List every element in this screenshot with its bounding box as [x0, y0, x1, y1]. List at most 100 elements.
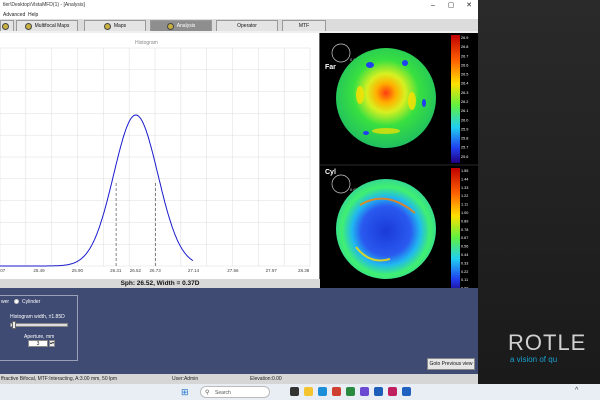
- cyl-label: Cyl: [325, 169, 336, 176]
- task-view-icon[interactable]: [290, 387, 299, 396]
- tray-chevron-icon[interactable]: ^: [575, 387, 578, 394]
- histogram-curve: [0, 114, 194, 267]
- tab-analysis[interactable]: Analysis: [150, 20, 212, 31]
- radio-cylinder[interactable]: [14, 299, 19, 304]
- scale-label: 25.8: [461, 137, 468, 141]
- aperture-stepper-icon[interactable]: ▴▾: [49, 340, 55, 347]
- x-tick-label: 27.56: [227, 268, 239, 273]
- scale-label: 26.2: [461, 100, 468, 104]
- status-elevation: Elevation:0.00: [250, 376, 282, 382]
- histogram-width-slider[interactable]: [10, 323, 68, 327]
- maps-panel: Far 0.67 26.9 26.8 26.7 26.6 26.5 26.4 26.3 26.…: [320, 33, 478, 297]
- far-map-zone: [408, 92, 416, 110]
- histogram-controls: wer Cylinder Histogram width, ±1.85D Ape…: [0, 295, 78, 361]
- tab-first[interactable]: [0, 20, 14, 31]
- file-explorer-icon[interactable]: [304, 387, 313, 396]
- taskbar: [0, 384, 600, 400]
- app-icon[interactable]: [360, 387, 369, 396]
- histogram-ticks: 25.07 25.49 25.90 26.31 26.52 26.73 27.14 27.56…: [0, 268, 310, 273]
- menu-bar: Advanced Help: [0, 11, 478, 19]
- browser-icon[interactable]: [318, 387, 327, 396]
- scale-label: 1.11: [461, 203, 468, 207]
- search-icon: ⚲: [205, 390, 210, 396]
- far-map-zone: [372, 128, 400, 134]
- histogram-title: Histogram: [135, 40, 158, 46]
- map-icon: [103, 22, 111, 30]
- scale-label: 26.4: [461, 82, 468, 86]
- menu-advanced[interactable]: Advanced: [3, 12, 25, 18]
- status-bar: ffractive Bifocal, MTF:Interacting, A:3.…: [0, 374, 478, 384]
- scale-label: 0.11: [461, 278, 468, 282]
- windows-start-icon[interactable]: ⊞: [181, 387, 189, 398]
- far-map-zone: [422, 99, 426, 107]
- app-icon[interactable]: [346, 387, 355, 396]
- tab-multifocal-maps[interactable]: Multifocal Maps: [16, 20, 78, 31]
- app-icon[interactable]: [374, 387, 383, 396]
- scale-label: 25.6: [461, 155, 468, 159]
- scale-label: 1.44: [461, 177, 468, 181]
- close-icon[interactable]: ✕: [460, 0, 478, 11]
- radio-cylinder-label: Cylinder: [22, 299, 41, 305]
- maximize-icon[interactable]: ▢: [442, 0, 460, 11]
- far-map-zone: [363, 131, 369, 135]
- scale-label: 25.7: [461, 146, 468, 150]
- tab-maps[interactable]: Maps: [84, 20, 146, 31]
- scale-label: 26.8: [461, 45, 468, 49]
- title-bar: tler\Desktop\VistaMFD(1) - [Analysis] – …: [0, 0, 478, 11]
- cyl-color-scale: [451, 168, 460, 294]
- far-aperture-circle: [331, 43, 351, 63]
- goto-previous-view-button[interactable]: Goto Previous view: [427, 358, 475, 370]
- scale-label: 1.33: [461, 186, 468, 190]
- bottom-panel: wer Cylinder Histogram width, ±1.85D Ape…: [0, 288, 478, 374]
- far-map-zone: [366, 62, 374, 68]
- aperture-input[interactable]: 3: [28, 340, 48, 347]
- histogram-width-label: Histogram width, ±1.85D: [10, 314, 65, 320]
- x-tick-label: 26.52: [130, 268, 142, 273]
- minimize-icon[interactable]: –: [424, 0, 442, 11]
- app-icon[interactable]: [402, 387, 411, 396]
- brand-logo: ROTLE: [508, 330, 587, 355]
- x-tick-label: 26.73: [149, 268, 161, 273]
- tab-mtf[interactable]: MTF: [282, 20, 326, 31]
- scale-label: 0.22: [461, 270, 468, 274]
- scale-label: 0.33: [461, 261, 468, 265]
- scale-label: 26.5: [461, 73, 468, 77]
- map-icon: [2, 22, 9, 30]
- map-icon: [166, 22, 174, 30]
- scale-label: 0.78: [461, 228, 468, 232]
- tab-bar: Multifocal Maps Maps Analysis Operator M…: [0, 19, 478, 31]
- slider-handle[interactable]: [12, 321, 16, 329]
- x-tick-label: 27.97: [266, 268, 278, 273]
- scale-label: 1.22: [461, 194, 468, 198]
- scale-label: 0.56: [461, 245, 468, 249]
- far-scale-labels: 26.9 26.8 26.7 26.6 26.5 26.4 26.3 26.2 26.1 26.0…: [461, 36, 468, 159]
- taskbar-search[interactable]: ⚲ Search: [200, 386, 270, 398]
- x-tick-label: 26.31: [110, 268, 122, 273]
- scale-label: 26.0: [461, 118, 468, 122]
- tab-operator[interactable]: Operator: [216, 20, 278, 31]
- status-user: User:Admin: [172, 376, 199, 382]
- scale-label: 0.44: [461, 253, 468, 257]
- map-icon: [24, 22, 32, 30]
- scale-label: 26.3: [461, 91, 468, 95]
- cyl-map[interactable]: [336, 179, 436, 279]
- far-map-zone: [356, 86, 364, 104]
- scale-label: 26.7: [461, 54, 468, 58]
- scale-label: 0.89: [461, 219, 468, 223]
- scale-label: 26.1: [461, 109, 468, 113]
- app-window: tler\Desktop\VistaMFD(1) - [Analysis] – …: [0, 0, 478, 384]
- menu-help[interactable]: Help: [28, 12, 38, 18]
- far-label: Far: [325, 64, 336, 71]
- maps-svg: Far 0.67 26.926.826.726.626.526.426.326.…: [320, 35, 478, 294]
- app-icon[interactable]: [332, 387, 341, 396]
- scale-label: 1.00: [461, 211, 468, 215]
- x-tick-label: 27.14: [188, 268, 200, 273]
- scale-label: 26.9: [461, 36, 468, 40]
- brand-tagline: a vision of qu: [510, 355, 558, 364]
- app-icon[interactable]: [388, 387, 397, 396]
- far-map-zone: [402, 60, 408, 66]
- scale-label: 26.6: [461, 63, 468, 67]
- desktop-background: [478, 0, 600, 384]
- histogram-chart: Histogram 25.07 25.49 25.90 26.31 26.52 26.73…: [0, 40, 311, 273]
- cyl-aperture-circle: [331, 174, 351, 194]
